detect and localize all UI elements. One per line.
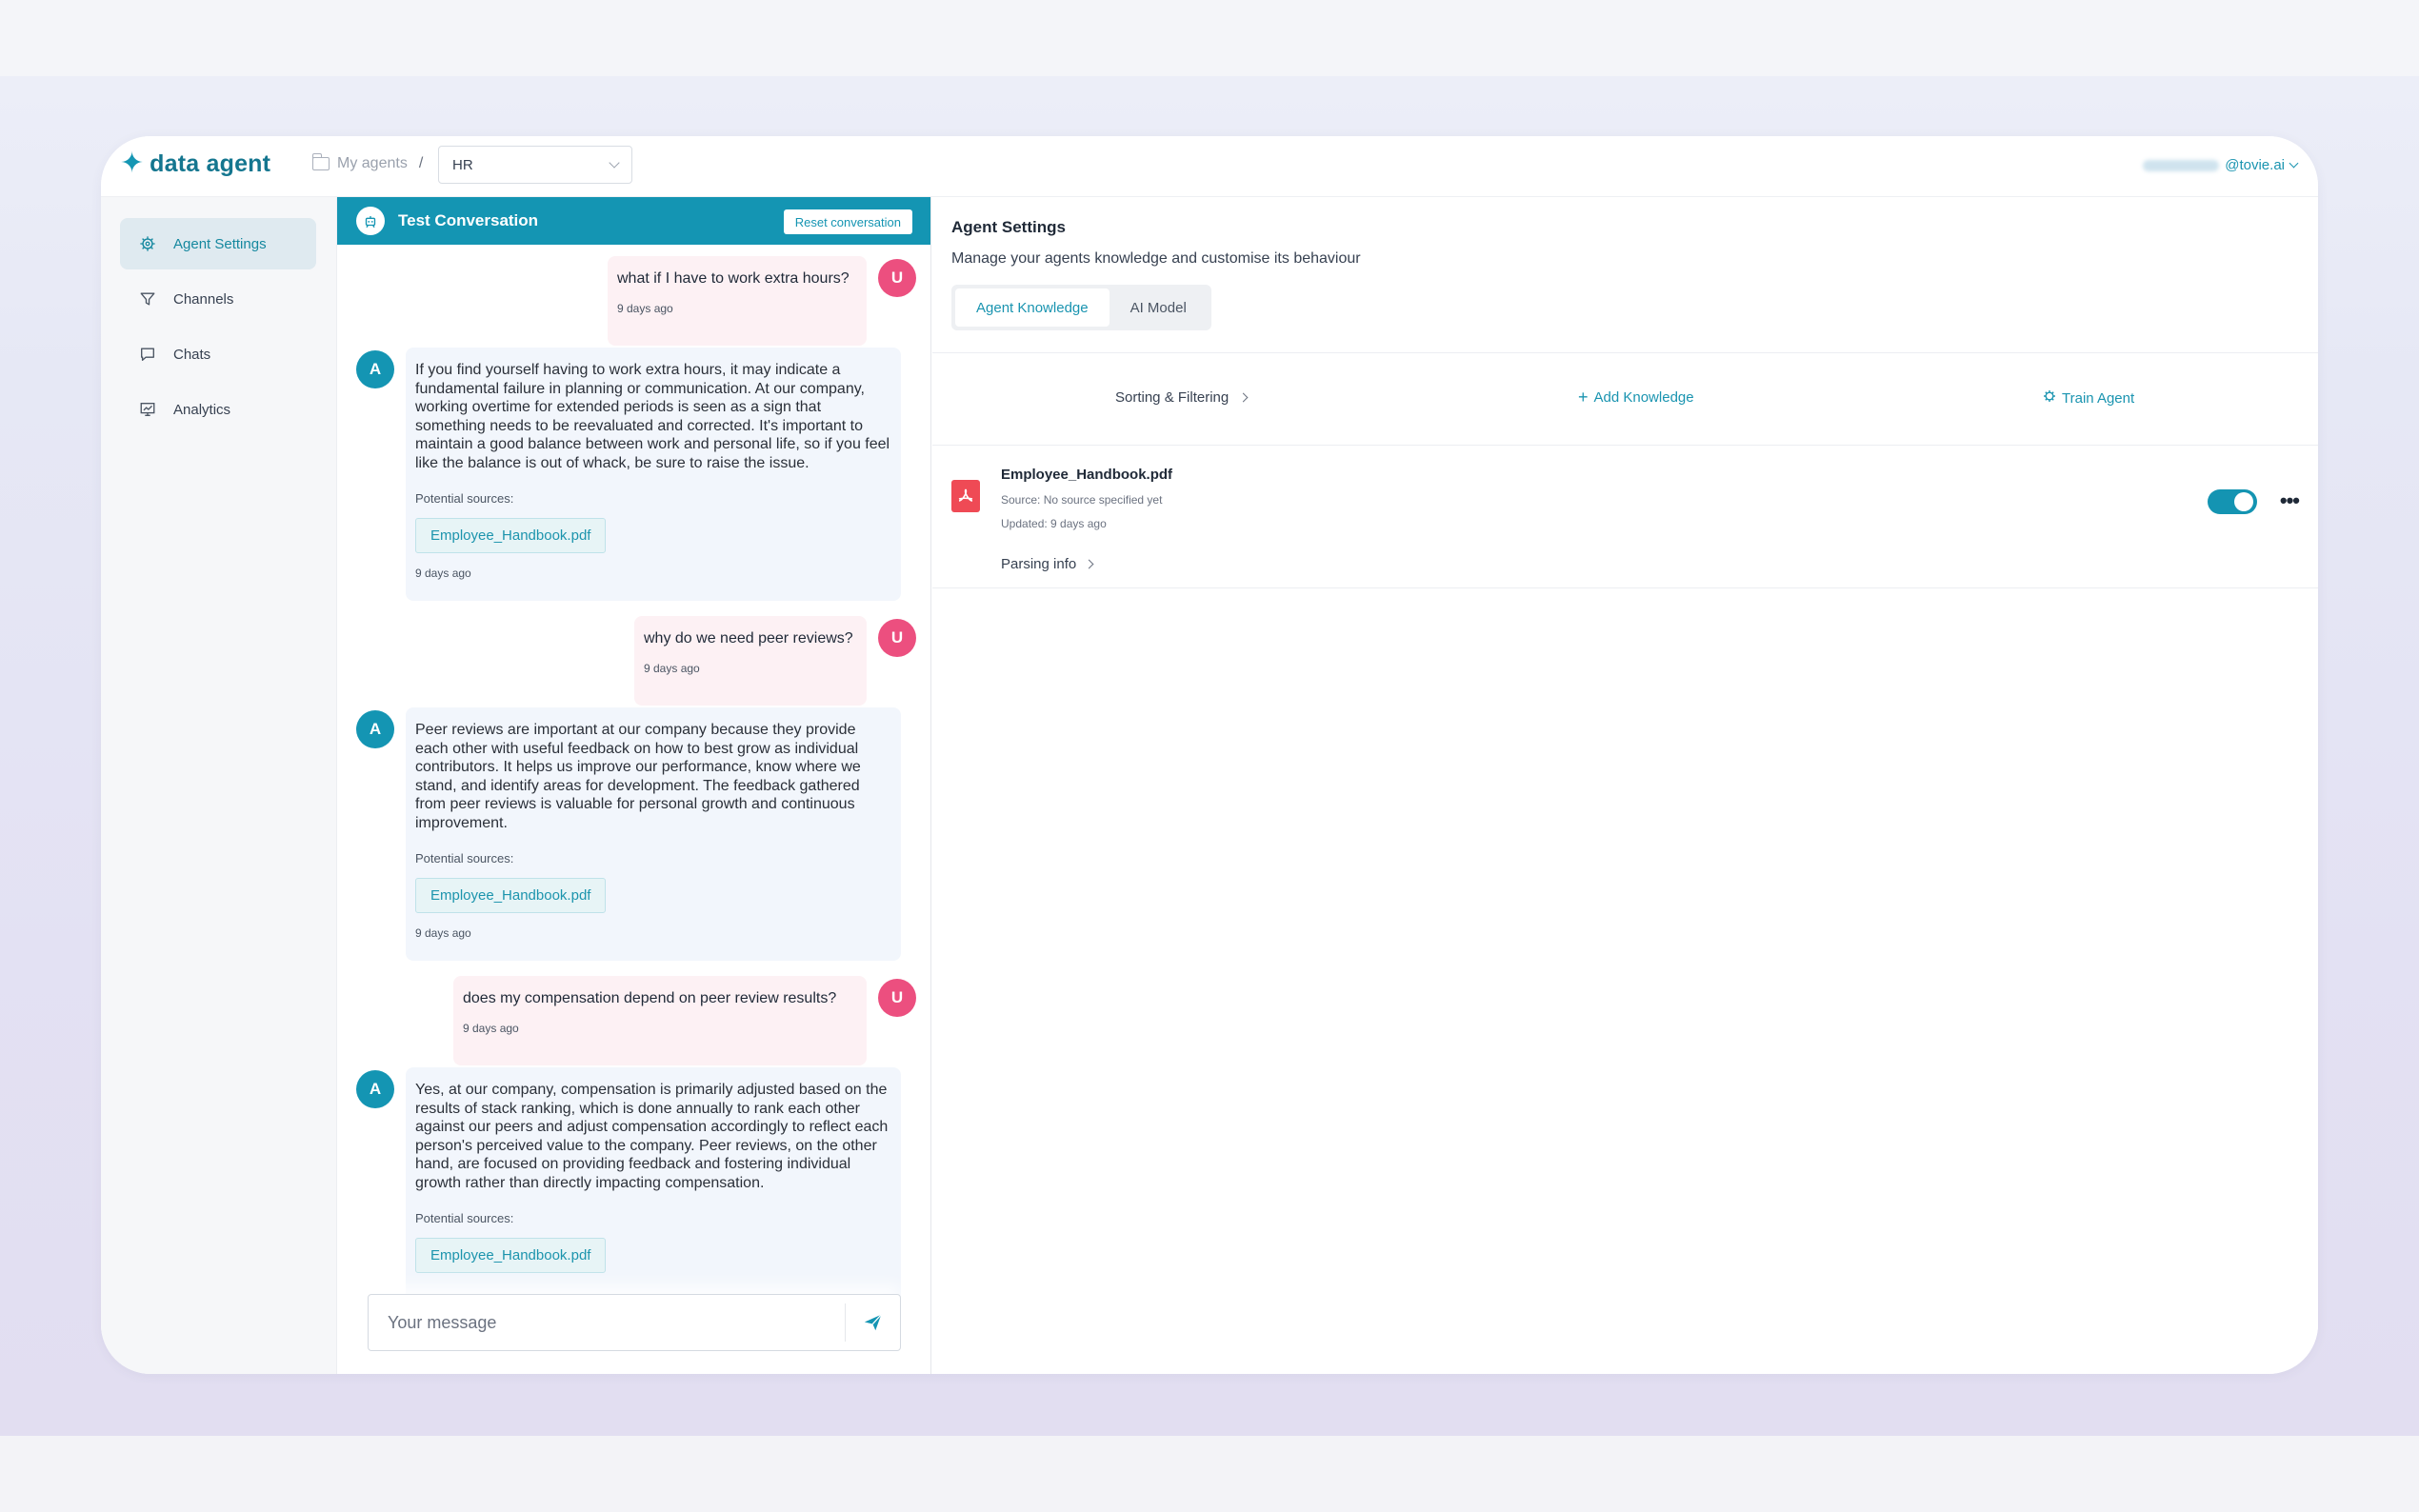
pdf-icon — [951, 480, 980, 512]
message-list[interactable]: what if I have to work extra hours? 9 da… — [337, 245, 930, 1374]
top-background-band — [0, 0, 2419, 76]
sidebar-item-chats[interactable]: Chats — [120, 328, 316, 380]
message-text: Yes, at our company, compensation is pri… — [415, 1082, 889, 1191]
knowledge-document-row: Employee_Handbook.pdf Source: No source … — [932, 446, 2318, 588]
gear-icon — [139, 235, 156, 252]
train-agent-button[interactable]: Train Agent — [2043, 389, 2134, 407]
agent-settings-panel: Agent Settings Manage your agents knowle… — [932, 197, 2318, 1374]
sources-label: Potential sources: — [415, 1211, 514, 1225]
add-knowledge-button[interactable]: + Add Knowledge — [1578, 388, 1694, 407]
account-menu[interactable]: @tovie.ai — [2143, 157, 2299, 173]
message-time: 9 days ago — [617, 301, 673, 315]
sidebar-item-label: Agent Settings — [173, 235, 267, 252]
agent-avatar: A — [356, 710, 394, 748]
document-source: Source: No source specified yet — [1001, 493, 1163, 507]
add-knowledge-label: Add Knowledge — [1593, 389, 1694, 406]
parsing-info-label: Parsing info — [1001, 556, 1077, 572]
breadcrumb-my-agents[interactable]: My agents — [337, 155, 408, 172]
agent-select-value: HR — [452, 156, 473, 173]
panel-subtitle: Manage your agents knowledge and customi… — [951, 250, 1361, 267]
sources-label: Potential sources: — [415, 851, 514, 865]
send-button[interactable] — [845, 1303, 900, 1342]
document-updated: Updated: 9 days ago — [1001, 517, 1107, 530]
agent-message: Peer reviews are important at our compan… — [406, 707, 901, 961]
message-text: Peer reviews are important at our compan… — [415, 722, 861, 831]
train-agent-label: Train Agent — [2062, 389, 2135, 407]
chevron-right-icon — [1084, 559, 1094, 569]
document-name[interactable]: Employee_Handbook.pdf — [1001, 467, 1172, 483]
message-time: 9 days ago — [415, 926, 471, 940]
plus-icon: + — [1578, 388, 1589, 407]
sidebar-item-label: Channels — [173, 290, 234, 308]
logo[interactable]: ✦ data agent — [120, 149, 270, 178]
knowledge-toolbar: Sorting & Filtering + Add Knowledge Trai… — [932, 353, 2318, 445]
more-options-icon[interactable]: ••• — [2280, 490, 2300, 511]
agent-message: If you find yourself having to work extr… — [406, 348, 901, 601]
robot-icon — [356, 207, 385, 235]
user-message: why do we need peer reviews? 9 days ago — [634, 616, 867, 706]
send-icon — [864, 1314, 882, 1331]
sidebar-item-analytics[interactable]: Analytics — [120, 384, 316, 435]
funnel-icon — [139, 290, 156, 308]
breadcrumb: My agents / — [311, 153, 424, 172]
agent-select[interactable]: HR — [438, 146, 632, 184]
sidebar-item-label: Analytics — [173, 401, 231, 418]
breadcrumb-separator: / — [418, 155, 424, 171]
sorting-filtering-button[interactable]: Sorting & Filtering — [1115, 389, 1249, 406]
message-text: If you find yourself having to work extr… — [415, 362, 890, 471]
top-header: ✦ data agent My agents / HR @tovie.ai — [101, 136, 2318, 197]
source-chip[interactable]: Employee_Handbook.pdf — [415, 877, 607, 913]
chat-icon — [139, 346, 156, 363]
message-input[interactable] — [369, 1295, 845, 1350]
tab-ai-model[interactable]: AI Model — [1110, 288, 1208, 327]
chat-title: Test Conversation — [398, 211, 539, 229]
chart-icon — [139, 401, 156, 418]
sources-label: Potential sources: — [415, 491, 514, 506]
account-domain: @tovie.ai — [2225, 157, 2285, 173]
test-conversation-panel: Test Conversation Reset conversation wha… — [337, 197, 931, 1374]
chevron-down-icon — [2289, 158, 2299, 169]
user-message: does my compensation depend on peer revi… — [453, 976, 867, 1065]
panel-title: Agent Settings — [951, 218, 1066, 236]
source-chip[interactable]: Employee_Handbook.pdf — [415, 1237, 607, 1273]
user-message: what if I have to work extra hours? 9 da… — [608, 256, 867, 346]
agent-message: Yes, at our company, compensation is pri… — [406, 1067, 901, 1321]
message-text: does my compensation depend on peer revi… — [463, 990, 837, 1006]
sidebar-item-agent-settings[interactable]: Agent Settings — [120, 218, 316, 269]
document-enabled-toggle[interactable] — [2208, 489, 2257, 514]
message-composer — [368, 1294, 901, 1351]
message-text: why do we need peer reviews? — [644, 630, 853, 647]
sidebar-item-channels[interactable]: Channels — [120, 273, 316, 325]
message-time: 9 days ago — [463, 1021, 519, 1035]
source-chip[interactable]: Employee_Handbook.pdf — [415, 517, 607, 553]
logo-text: data agent — [150, 149, 271, 177]
user-avatar: U — [878, 259, 916, 297]
user-avatar: U — [878, 619, 916, 657]
app-window: ✦ data agent My agents / HR @tovie.ai Ag… — [101, 136, 2318, 1374]
parsing-info-button[interactable]: Parsing info — [1001, 556, 1094, 572]
folder-icon — [311, 153, 330, 170]
message-time: 9 days ago — [415, 567, 471, 580]
blurred-username — [2143, 159, 2220, 171]
sidebar-item-label: Chats — [173, 346, 211, 363]
settings-tabs: Agent Knowledge AI Model — [951, 285, 1211, 330]
reset-conversation-button[interactable]: Reset conversation — [783, 209, 912, 234]
bottom-background-band — [0, 1436, 2419, 1512]
message-text: what if I have to work extra hours? — [617, 270, 850, 287]
sparkle-icon: ✦ — [120, 148, 145, 179]
user-avatar: U — [878, 979, 916, 1017]
message-time: 9 days ago — [644, 661, 700, 675]
sorting-filtering-label: Sorting & Filtering — [1115, 389, 1229, 406]
agent-avatar: A — [356, 1070, 394, 1108]
gear-icon — [2043, 389, 2056, 407]
sidebar: Agent Settings Channels Chats Analytics — [101, 197, 337, 1374]
agent-avatar: A — [356, 350, 394, 388]
chat-header: Test Conversation Reset conversation — [337, 197, 930, 245]
toggle-knob — [2234, 492, 2253, 511]
chevron-down-icon — [609, 157, 620, 169]
chevron-right-icon — [1238, 392, 1249, 403]
tab-agent-knowledge[interactable]: Agent Knowledge — [955, 288, 1110, 327]
